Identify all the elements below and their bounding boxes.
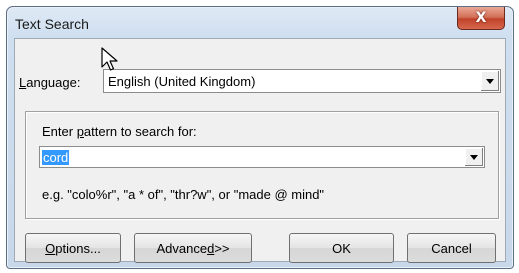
mouse-pointer-icon <box>101 47 118 71</box>
close-button[interactable]: X <box>457 7 505 30</box>
pattern-value: cord <box>42 150 70 165</box>
chevron-down-icon <box>486 78 494 84</box>
close-icon: X <box>475 10 487 26</box>
ok-button[interactable]: OK <box>289 233 394 263</box>
pattern-dropdown-button[interactable] <box>464 148 483 166</box>
language-dropdown-button[interactable] <box>480 71 499 91</box>
pattern-example-hint: e.g. "colo%r", "a * of", "thr?w", or "ma… <box>42 187 325 202</box>
dialog-title: Text Search <box>15 16 89 32</box>
dialog-body: Language: English (United Kingdom) Enter… <box>14 38 506 263</box>
pattern-label: Enter pattern to search for: <box>42 124 197 139</box>
options-button[interactable]: Options... <box>25 233 121 263</box>
pattern-group: Enter pattern to search for: cord e.g. "… <box>25 111 499 219</box>
cancel-button[interactable]: Cancel <box>407 233 496 263</box>
advanced-button[interactable]: Advance d >> <box>134 233 252 263</box>
title-bar: Text Search X <box>7 7 513 39</box>
language-label: Language: <box>19 75 81 90</box>
language-select[interactable]: English (United Kingdom) <box>103 69 501 93</box>
pattern-input[interactable]: cord <box>39 146 485 168</box>
chevron-down-icon <box>470 154 478 160</box>
text-search-dialog: Text Search X Language: English (United … <box>6 6 514 269</box>
language-value: English (United Kingdom) <box>108 74 256 89</box>
